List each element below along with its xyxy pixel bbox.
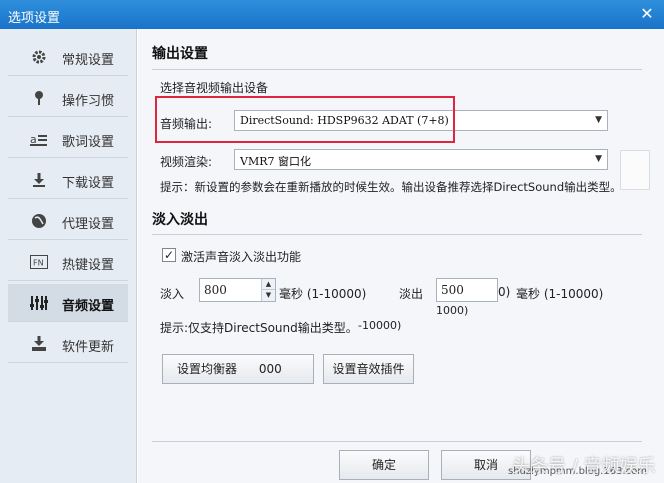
sidebar-item-proxy[interactable]: 代理设置	[8, 202, 128, 240]
video-render-select[interactable]: VMR7 窗口化 ▼	[234, 149, 608, 170]
section-title-fade: 淡入淡出	[152, 212, 208, 228]
fade-hint-overflow: -10000)	[358, 319, 402, 332]
highlight-box	[155, 96, 455, 143]
sidebar-item-update[interactable]: 软件更新	[8, 325, 128, 363]
sidebar-item-label: 操作习惯	[62, 94, 115, 109]
chevron-down-icon[interactable]: ▼	[261, 290, 275, 301]
section-title-output: 输出设置	[152, 46, 208, 62]
film-strip-decoration	[620, 150, 650, 190]
lyrics-icon: a	[30, 130, 48, 148]
sidebar-item-general[interactable]: 常规设置	[8, 38, 128, 76]
fadein-unit: 毫秒 (1-10000)	[279, 287, 367, 301]
sidebar-item-label: 代理设置	[62, 217, 115, 232]
sidebar-item-audio[interactable]: 音频设置	[8, 284, 128, 322]
window-title: 选项设置	[8, 11, 61, 26]
sidebar-item-hotkeys[interactable]: FN 热键设置	[8, 243, 128, 281]
fadeout-unit: 毫秒 (1-10000)	[516, 287, 604, 301]
video-render-label: 视频渲染:	[160, 155, 213, 169]
fadeout-overflow-text: 1000)	[436, 304, 469, 317]
pin-icon	[30, 89, 48, 107]
globe-icon	[30, 212, 48, 230]
fadeout-stepper[interactable]: 500	[436, 278, 498, 302]
gear-icon	[30, 48, 48, 66]
close-icon[interactable]: ✕	[638, 5, 656, 23]
fadein-value: 800	[204, 283, 227, 297]
sidebar-item-label: 热键设置	[62, 258, 115, 273]
fade-enable-label: 激活声音淡入淡出功能	[181, 250, 302, 264]
download-icon	[30, 171, 48, 189]
video-render-value: VMR7 窗口化	[240, 155, 311, 168]
audio-effects-button[interactable]: 设置音效插件	[323, 354, 414, 384]
svg-text:FN: FN	[33, 259, 44, 268]
set-equalizer-label: 设置均衡器	[177, 362, 238, 376]
sidebar-item-download[interactable]: 下载设置	[8, 161, 128, 199]
device-group-label: 选择音视频输出设备	[160, 81, 269, 95]
update-icon	[30, 335, 48, 353]
sidebar-item-label: 下载设置	[62, 176, 115, 191]
sidebar-item-label: 音频设置	[62, 299, 115, 314]
watermark-brand: 头条号 / 音频娱乐	[512, 456, 656, 477]
chevron-down-icon: ▼	[595, 115, 602, 125]
sidebar-item-label: 软件更新	[62, 340, 115, 355]
cancel-label: 取消	[473, 458, 498, 472]
fadein-stepper[interactable]: 800 ▲ ▼	[199, 278, 276, 302]
fadeout-label: 淡出	[399, 287, 424, 301]
set-equalizer-button[interactable]: 设置均衡器 000	[162, 354, 314, 384]
divider	[152, 69, 642, 70]
ok-button[interactable]: 确定	[339, 450, 429, 480]
equalizer-icon	[30, 294, 48, 312]
fadeout-value: 500	[441, 283, 464, 297]
chevron-up-icon[interactable]: ▲	[261, 279, 275, 290]
divider	[152, 441, 642, 442]
fade-enable-checkbox[interactable]: ✓	[162, 248, 176, 262]
fn-key-icon: FN	[30, 253, 48, 271]
fadeout-unit-fragment: 0)	[498, 285, 511, 299]
sidebar-item-habits[interactable]: 操作习惯	[8, 79, 128, 117]
divider	[152, 234, 642, 235]
fade-hint: 提示:仅支持DirectSound输出类型。	[160, 321, 358, 335]
chevron-down-icon: ▼	[595, 154, 602, 164]
sidebar-item-label: 常规设置	[62, 53, 115, 68]
settings-panel: 输出设置 选择音视频输出设备 音频输出: DirectSound: HDSP96…	[138, 29, 664, 483]
audio-effects-label: 设置音效插件	[332, 362, 405, 376]
fadein-label: 淡入	[160, 287, 185, 301]
output-hint: 提示：新设置的参数会在重新播放的时候生效。输出设备推荐选择DirectSound…	[160, 180, 622, 194]
set-equalizer-fragment: 000	[258, 362, 282, 376]
sidebar: 常规设置 操作习惯 a 歌词设置 下载设置 代理设置 FN 热键设置 音频设置 …	[0, 29, 137, 483]
sidebar-item-label: 歌词设置	[62, 135, 115, 150]
title-bar: 选项设置 ✕	[0, 0, 664, 29]
sidebar-item-lyrics[interactable]: a 歌词设置	[8, 120, 128, 158]
ok-label: 确定	[371, 458, 396, 472]
